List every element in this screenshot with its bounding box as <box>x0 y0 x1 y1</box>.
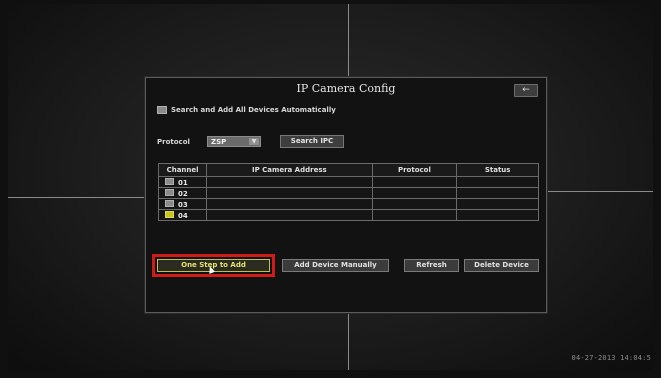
ip-camera-table: Channel IP Camera Address Protocol Statu… <box>157 163 539 221</box>
chevron-down-icon: ▼ <box>249 138 259 145</box>
column-header-address: IP Camera Address <box>206 163 373 177</box>
channel-number: 03 <box>178 200 188 209</box>
channel-cell: 02 <box>157 187 208 199</box>
delete-device-button[interactable]: Delete Device <box>464 259 539 272</box>
protocol-cell <box>371 187 458 199</box>
search-ipc-button[interactable]: Search IPC <box>280 135 344 148</box>
status-cell <box>456 176 539 188</box>
table-row[interactable]: 01 <box>157 176 539 188</box>
back-button[interactable]: ← <box>514 84 538 97</box>
ip-camera-config-dialog: IP Camera Config ← Search and Add All De… <box>145 77 547 313</box>
channel-number: 04 <box>178 211 188 220</box>
address-cell <box>206 198 373 210</box>
auto-search-checkbox[interactable] <box>157 106 167 114</box>
channel-checkbox[interactable] <box>165 188 174 196</box>
table-row[interactable]: 02 <box>157 187 539 199</box>
channel-number: 02 <box>178 189 188 198</box>
status-cell <box>456 198 539 210</box>
status-cell <box>456 209 539 221</box>
protocol-cell <box>371 209 458 221</box>
channel-cell: 01 <box>157 176 208 188</box>
channel-number: 01 <box>178 178 188 187</box>
dialog-title: IP Camera Config <box>296 82 396 95</box>
split-divider-horizontal-left <box>8 197 145 198</box>
protocol-label: Protocol <box>157 137 190 146</box>
column-header-status: Status <box>456 163 539 177</box>
channel-checkbox[interactable] <box>165 199 174 207</box>
address-cell <box>206 187 373 199</box>
table-row[interactable]: 04 <box>157 209 539 221</box>
channel-cell: 03 <box>157 198 208 210</box>
split-divider-vertical-bottom <box>348 313 349 370</box>
protocol-value: ZSP <box>211 138 227 146</box>
split-divider-horizontal-right <box>547 191 653 192</box>
split-divider-vertical-top <box>348 4 349 78</box>
protocol-select[interactable]: ZSP ▼ <box>207 136 261 147</box>
channel-checkbox[interactable] <box>165 177 174 185</box>
channel-cell: 04 <box>157 209 208 221</box>
timestamp: 04-27-2013 14:04:5 <box>571 354 651 362</box>
address-cell <box>206 176 373 188</box>
protocol-cell <box>371 198 458 210</box>
protocol-row: Protocol ZSP ▼ Search IPC <box>157 135 344 148</box>
address-cell <box>206 209 373 221</box>
auto-search-label: Search and Add All Devices Automatically <box>171 106 336 114</box>
add-device-manually-button[interactable]: Add Device Manually <box>282 259 389 272</box>
refresh-button[interactable]: Refresh <box>404 259 459 272</box>
column-header-channel: Channel <box>157 163 208 177</box>
table-header-row: Channel IP Camera Address Protocol Statu… <box>157 163 539 177</box>
status-cell <box>456 187 539 199</box>
arrow-left-icon: ← <box>522 85 530 95</box>
column-header-protocol: Protocol <box>371 163 458 177</box>
auto-search-option[interactable]: Search and Add All Devices Automatically <box>157 106 336 114</box>
channel-checkbox-checked[interactable] <box>165 210 174 218</box>
table-row[interactable]: 03 <box>157 198 539 210</box>
protocol-cell <box>371 176 458 188</box>
